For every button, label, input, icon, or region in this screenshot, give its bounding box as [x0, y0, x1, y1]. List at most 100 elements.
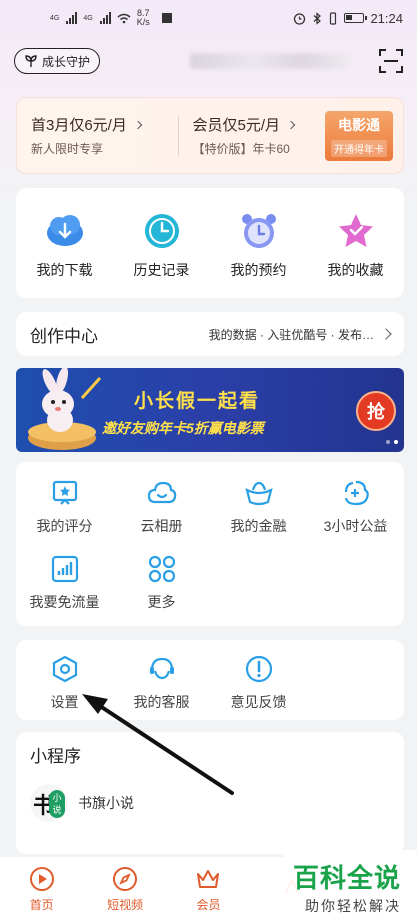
creator-center-title: 创作中心 — [30, 326, 98, 346]
promo-banner[interactable]: 小长假一起看 邀好友购年卡5折赢电影票 抢 — [16, 368, 404, 452]
chevron-right-icon — [133, 120, 143, 129]
more-button[interactable]: 更多 — [113, 554, 210, 612]
free-data-button[interactable]: 我要免流量 — [16, 554, 113, 612]
headset-icon — [147, 654, 177, 684]
cloud-album-button[interactable]: 云相册 — [113, 478, 210, 536]
cloud-icon — [147, 478, 177, 508]
feedback-label: 意见反馈 — [230, 694, 287, 710]
alarm-status-icon — [294, 12, 306, 25]
watermark: 百科全说 助你轻松解决 — [283, 850, 417, 921]
notification-icon — [161, 13, 172, 23]
settings-icon — [50, 654, 80, 684]
creator-center-links: 我的数据 · 入驻优酷号 · 发布… — [208, 327, 374, 342]
shuqi-novel-item[interactable]: 书 小说 书旗小说 — [30, 784, 134, 822]
tab-short-video-label: 短视频 — [107, 897, 144, 912]
data-plan-icon — [50, 554, 80, 584]
download-icon — [45, 211, 85, 251]
my-reservations-button[interactable]: 我的预约 — [215, 211, 303, 280]
tab-home[interactable]: 首页 — [7, 866, 77, 913]
grab-button[interactable]: 抢 — [356, 391, 396, 431]
feedback-button[interactable]: 意见反馈 — [210, 654, 307, 712]
banner-subtitle: 邀好友购年卡5折赢电影票 — [102, 420, 264, 436]
more-label: 更多 — [147, 594, 176, 610]
status-bar: 4G 4G 8.7 K/s 21:24 — [0, 0, 417, 36]
history-button[interactable]: 历史记录 — [118, 211, 206, 280]
chevron-right-icon — [286, 120, 296, 129]
divider — [177, 115, 179, 156]
settings-label: 设置 — [50, 694, 79, 710]
movie-pass-title: 电影通 — [338, 116, 380, 133]
tab-vip-label: 会员 — [196, 897, 221, 912]
mini-programs-card: 小程序 书 小说 书旗小说 — [16, 732, 404, 854]
charity-icon — [341, 478, 371, 508]
cloud-album-label: 云相册 — [140, 518, 183, 534]
alarm-icon — [239, 211, 279, 251]
tab-short-video[interactable]: 短视频 — [90, 866, 160, 913]
my-reservations-label: 我的预约 — [230, 261, 287, 278]
bluetooth-icon — [314, 11, 322, 25]
charity-label: 3小时公益 — [323, 518, 388, 534]
gold-icon — [244, 478, 274, 508]
leaf-icon — [25, 55, 37, 67]
quick-actions-card: 我的下载 历史记录 我的预约 我的收藏 — [16, 188, 404, 298]
my-rating-label: 我的评分 — [36, 518, 93, 534]
customer-service-label: 我的客服 — [133, 694, 190, 710]
watermark-title: 百科全说 — [293, 863, 402, 893]
crown-icon — [195, 866, 221, 892]
growth-guard-label: 成长守护 — [42, 54, 91, 69]
vip-offer-2[interactable]: 会员仅5元/月 【特价版】年卡60 — [193, 114, 326, 157]
my-finance-label: 我的金融 — [230, 518, 287, 534]
compass-icon — [112, 866, 138, 892]
my-rating-button[interactable]: 我的评分 — [16, 478, 113, 536]
creator-center-card[interactable]: 创作中心 我的数据 · 入驻优酷号 · 发布… — [16, 312, 404, 356]
signal-icon-2 — [99, 12, 111, 24]
my-downloads-button[interactable]: 我的下载 — [21, 211, 109, 280]
customer-service-button[interactable]: 我的客服 — [113, 654, 210, 712]
rabbit-illustration — [28, 368, 102, 450]
feedback-icon — [244, 654, 274, 684]
network-type: 4G — [50, 14, 60, 22]
clock-icon — [142, 211, 182, 251]
shuqi-logo: 书 小说 — [30, 784, 68, 822]
history-label: 历史记录 — [133, 261, 190, 278]
my-finance-button[interactable]: 我的金融 — [210, 478, 307, 536]
my-favorites-label: 我的收藏 — [327, 261, 384, 278]
username-blurred — [190, 53, 351, 69]
wifi-icon — [117, 13, 131, 24]
top-header: 成长守护 — [14, 46, 404, 76]
settings-card: 设置 我的客服 意见反馈 — [16, 640, 404, 720]
network-type-2: 4G — [83, 14, 93, 22]
signal-icon — [66, 12, 78, 24]
movie-pass-subtitle: 开通得年卡 — [331, 139, 387, 157]
tab-vip[interactable]: 会员 — [173, 866, 243, 913]
vip-promo-card: 首3月仅6元/月 新人限时专享 会员仅5元/月 【特价版】年卡60 电影通 开通… — [16, 97, 404, 174]
free-data-label: 我要免流量 — [29, 594, 100, 610]
star-icon — [336, 211, 376, 251]
vibrate-icon — [330, 11, 337, 25]
clock-time: 21:24 — [370, 10, 403, 26]
grid-icon — [147, 554, 177, 584]
movie-pass-button[interactable]: 电影通 开通得年卡 — [325, 110, 393, 161]
my-downloads-label: 我的下载 — [36, 261, 93, 278]
shuqi-novel-label: 书旗小说 — [78, 795, 134, 811]
vip-offer-1[interactable]: 首3月仅6元/月 新人限时专享 — [31, 114, 164, 157]
growth-guard-button[interactable]: 成长守护 — [14, 48, 101, 74]
tab-home-label: 首页 — [29, 897, 54, 912]
scan-icon[interactable] — [378, 48, 404, 74]
settings-button[interactable]: 设置 — [16, 654, 113, 712]
services-card: 我的评分 云相册 我的金融 3小时公益 我要免流量 更多 — [16, 462, 404, 626]
rating-icon — [50, 478, 80, 508]
mini-programs-title: 小程序 — [30, 747, 81, 766]
watermark-subtitle: 助你轻松解决 — [305, 898, 401, 914]
network-speed: 8.7 K/s — [136, 8, 150, 27]
vip-offer-2-subtitle: 【特价版】年卡60 — [192, 142, 290, 156]
charity-button[interactable]: 3小时公益 — [307, 478, 404, 536]
battery-icon — [344, 13, 368, 23]
home-icon — [29, 866, 55, 892]
vip-offer-1-title: 首3月仅6元/月 — [31, 117, 127, 134]
chevron-right-icon — [380, 328, 392, 340]
carousel-dots — [386, 440, 398, 444]
banner-title: 小长假一起看 — [134, 391, 261, 412]
my-favorites-button[interactable]: 我的收藏 — [312, 211, 400, 280]
vip-offer-2-title: 会员仅5元/月 — [192, 117, 281, 134]
